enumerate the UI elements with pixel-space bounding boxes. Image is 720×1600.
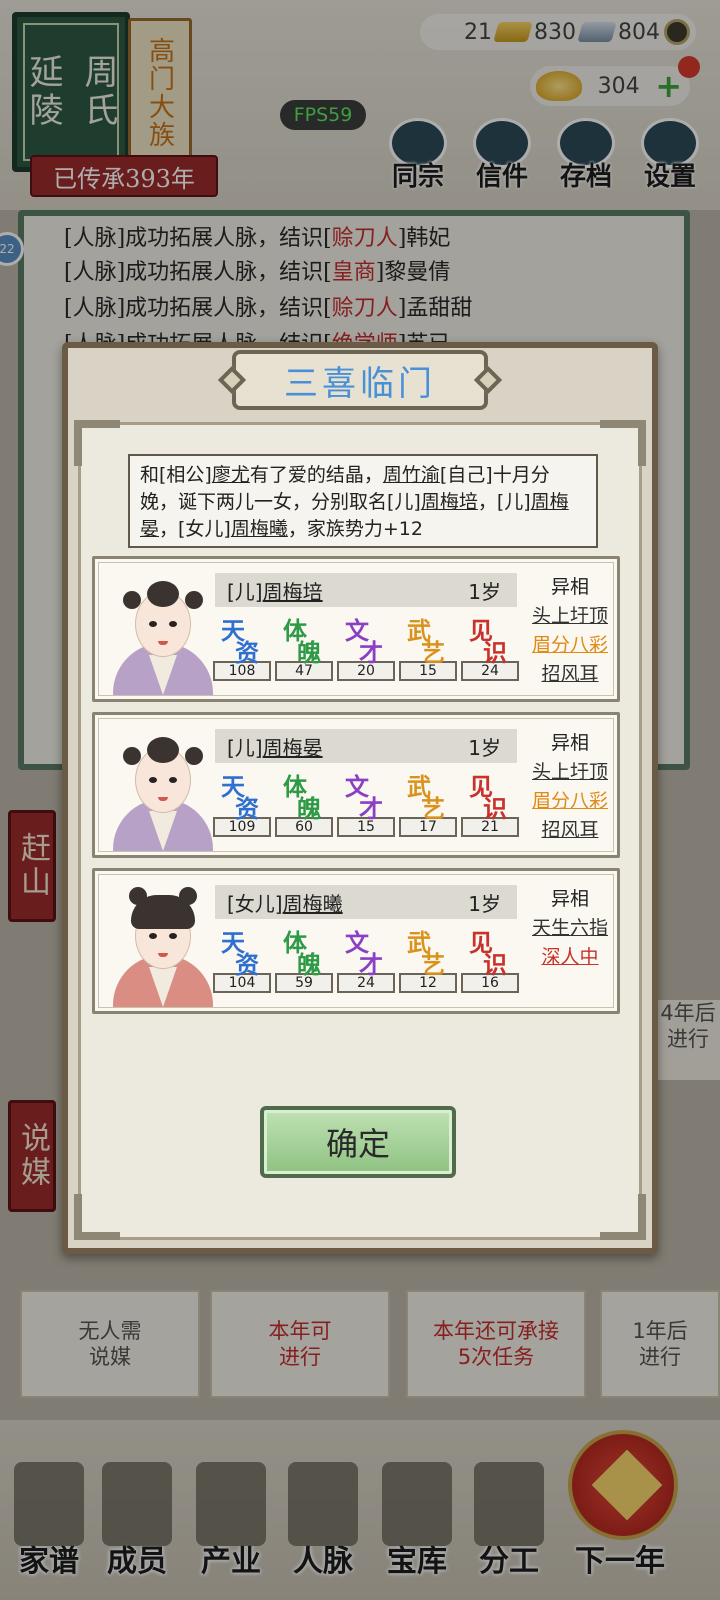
trait-link[interactable]: 头上圩顶 — [521, 602, 619, 631]
stat-2: 文才 24 — [337, 923, 395, 993]
child-card[interactable]: [儿] 周梅晏 1岁天资 109 体魄 60 文才 15 武艺 17 见识 21 异相 头上圩顶 眉分八彩招… — [92, 712, 620, 858]
child-age: 1岁 — [468, 735, 501, 760]
confirm-button[interactable]: 确定 — [260, 1106, 456, 1178]
child-traits: 异相 天生六指 深人中 — [521, 885, 619, 972]
child-stats: 天资 108 体魄 47 文才 20 武艺 15 见识 24 — [213, 611, 519, 681]
stat-3: 武艺 15 — [399, 611, 457, 681]
stat-label: 武艺 — [407, 772, 445, 823]
child-portrait — [109, 569, 217, 695]
stat-label: 武艺 — [407, 616, 445, 667]
stat-label: 文才 — [345, 772, 383, 823]
child-relation: [女儿] — [227, 891, 283, 916]
child-portrait — [109, 881, 217, 1007]
birth-modal: 三喜临门 和[相公]廖尤有了爱的结晶，周竹渝[自己]十月分娩，诞下两儿一女，分别… — [62, 342, 658, 1254]
child-stats: 天资 104 体魄 59 文才 24 武艺 12 见识 16 — [213, 923, 519, 993]
stat-label: 天资 — [221, 616, 259, 667]
child-link[interactable]: 周梅曦 — [231, 518, 288, 540]
stat-label: 体魄 — [283, 616, 321, 667]
child-card[interactable]: [女儿] 周梅曦 1岁天资 104 体魄 59 文才 24 武艺 12 见识 16 异相 天生六指 深人中 — [92, 868, 620, 1014]
child-name-bar: [儿] 周梅晏 1岁 — [215, 729, 517, 763]
child-age: 1岁 — [468, 891, 501, 916]
corner-ornament — [600, 1194, 646, 1240]
trait-link[interactable]: 眉分八彩 — [521, 631, 619, 660]
stat-1: 体魄 60 — [275, 767, 333, 837]
stat-label: 武艺 — [407, 928, 445, 979]
stat-0: 天资 108 — [213, 611, 271, 681]
child-relation: [儿] — [227, 735, 263, 760]
trait-link[interactable]: 天生六指 — [521, 914, 619, 943]
stat-label: 文才 — [345, 928, 383, 979]
traits-header: 异相 — [550, 576, 589, 598]
diamond-ornament-icon — [217, 365, 247, 395]
child-relation: [儿] — [227, 579, 263, 604]
stat-label: 天资 — [221, 772, 259, 823]
child-stats: 天资 109 体魄 60 文才 15 武艺 17 见识 21 — [213, 767, 519, 837]
child-card[interactable]: [儿] 周梅培 1岁天资 108 体魄 47 文才 20 武艺 15 见识 24 异相 头上圩顶 眉分八彩招… — [92, 556, 620, 702]
stat-0: 天资 109 — [213, 767, 271, 837]
modal-title-plate: 三喜临门 — [217, 350, 503, 410]
trait-link[interactable]: 招风耳 — [521, 660, 619, 689]
self-link[interactable]: 周竹渝 — [383, 464, 440, 486]
child-traits: 异相头上圩顶 眉分八彩 招风耳 — [521, 573, 619, 689]
trait-link[interactable]: 招风耳 — [521, 816, 619, 845]
stat-3: 武艺 12 — [399, 923, 457, 993]
child-name[interactable]: 周梅曦 — [283, 888, 343, 917]
stat-4: 见识 16 — [461, 923, 519, 993]
child-name[interactable]: 周梅晏 — [263, 732, 323, 761]
child-traits: 异相头上圩顶 眉分八彩 招风耳 — [521, 729, 619, 845]
trait-link[interactable]: 深人中 — [521, 943, 619, 972]
corner-ornament — [74, 1194, 120, 1240]
trait-link[interactable]: 头上圩顶 — [521, 758, 619, 787]
stat-label: 见识 — [469, 772, 507, 823]
stat-label: 文才 — [345, 616, 383, 667]
stat-0: 天资 104 — [213, 923, 271, 993]
stat-4: 见识 24 — [461, 611, 519, 681]
stat-label: 体魄 — [283, 928, 321, 979]
child-name-bar: [女儿] 周梅曦 1岁 — [215, 885, 517, 919]
stat-label: 体魄 — [283, 772, 321, 823]
modal-title: 三喜临门 — [284, 363, 436, 404]
birth-message: 和[相公]廖尤有了爱的结晶，周竹渝[自己]十月分娩，诞下两儿一女，分别取名[儿]… — [128, 454, 598, 548]
stat-label: 天资 — [221, 928, 259, 979]
child-name-bar: [儿] 周梅培 1岁 — [215, 573, 517, 607]
stat-1: 体魄 59 — [275, 923, 333, 993]
diamond-ornament-icon — [473, 365, 503, 395]
spouse-link[interactable]: 廖尤 — [212, 464, 250, 486]
corner-ornament — [600, 420, 646, 466]
traits-header: 异相 — [550, 732, 589, 754]
corner-ornament — [74, 420, 120, 466]
child-link[interactable]: 周梅培 — [421, 491, 478, 513]
stat-2: 文才 15 — [337, 767, 395, 837]
child-age: 1岁 — [468, 579, 501, 604]
trait-link[interactable]: 眉分八彩 — [521, 787, 619, 816]
stat-4: 见识 21 — [461, 767, 519, 837]
stat-label: 见识 — [469, 616, 507, 667]
traits-header: 异相 — [550, 888, 589, 910]
child-name[interactable]: 周梅培 — [263, 576, 323, 605]
stat-1: 体魄 47 — [275, 611, 333, 681]
child-portrait — [109, 725, 217, 851]
stat-3: 武艺 17 — [399, 767, 457, 837]
stat-2: 文才 20 — [337, 611, 395, 681]
stat-label: 见识 — [469, 928, 507, 979]
